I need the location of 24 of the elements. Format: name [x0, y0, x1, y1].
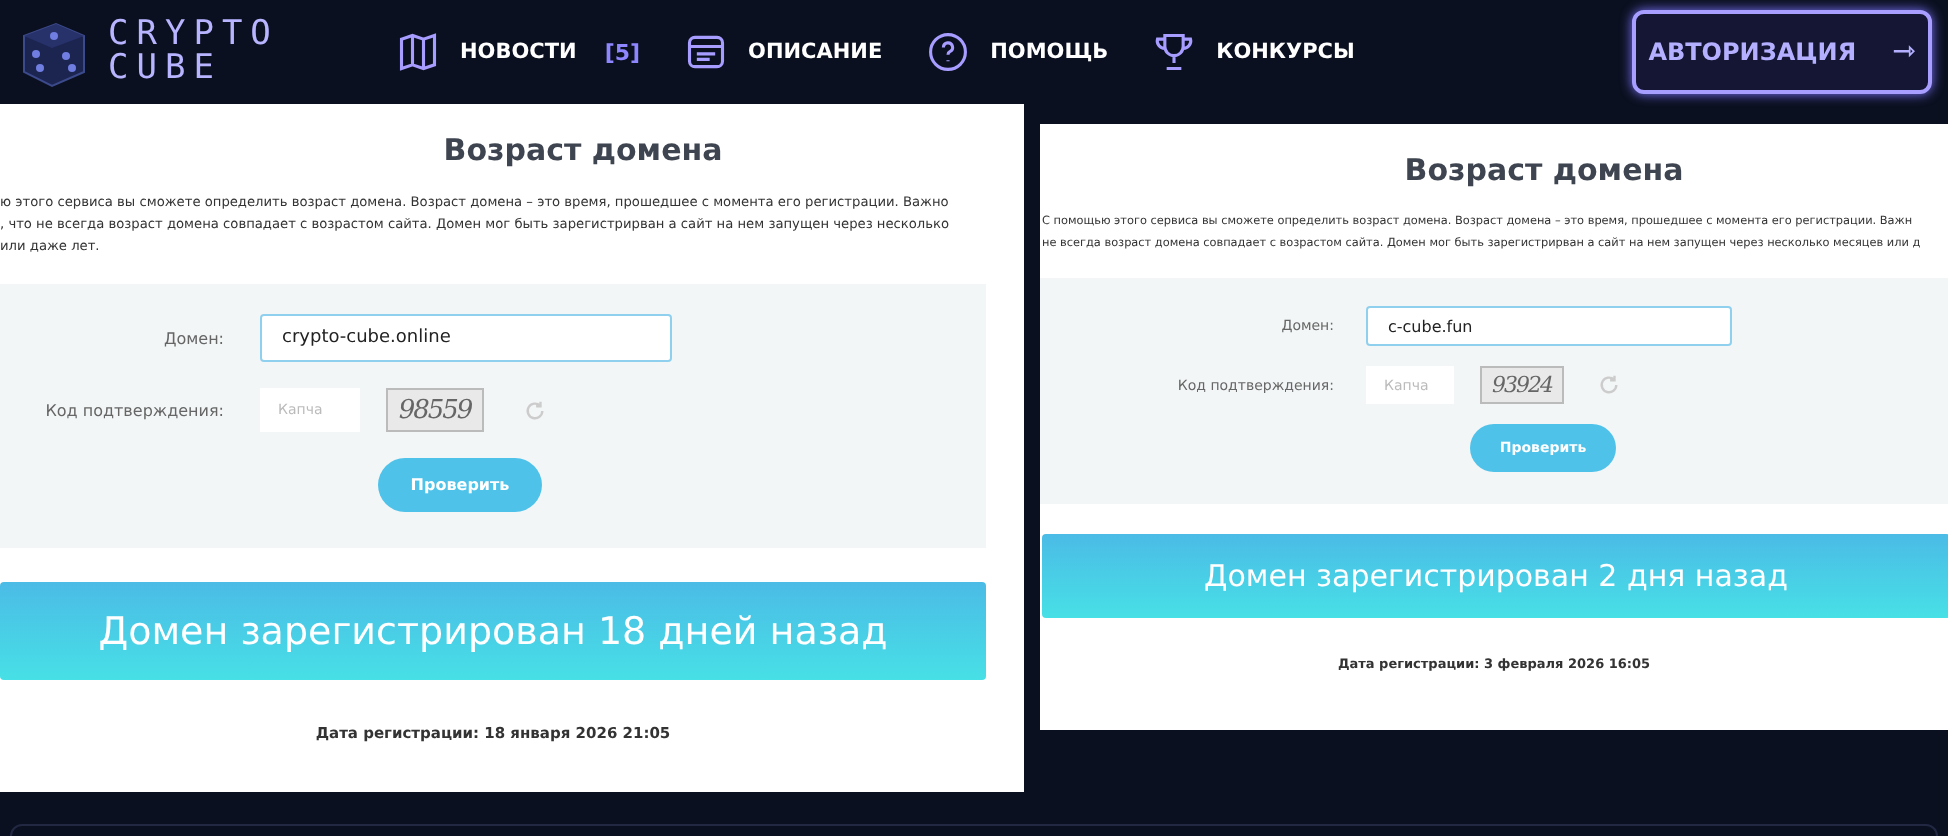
login-button[interactable]: АВТОРИЗАЦИЯ ⇾: [1632, 10, 1932, 94]
refresh-icon[interactable]: [1598, 374, 1620, 396]
nav-link[interactable]: КОНКУРСЫ: [1216, 40, 1355, 64]
refresh-icon[interactable]: [524, 399, 546, 421]
field-label: Домен:: [161, 329, 226, 347]
domain-field[interactable]: c-cube.fun: [1366, 306, 1732, 346]
browser-window-icon: [684, 30, 729, 74]
logo-text: CRYPTO: [108, 18, 279, 52]
domain-field[interactable]: crypto-cube.online: [260, 314, 672, 362]
trophy-icon: [1152, 30, 1197, 74]
page-title: Возраст домена: [1402, 152, 1686, 192]
field-label: Код подтверждения:: [43, 401, 226, 419]
nav-link[interactable]: ПОМОЩЬ: [990, 40, 1109, 64]
logo-text: CUBE: [108, 52, 224, 86]
result-banner: Домен зарегистрирован 18 дней назад: [0, 582, 986, 680]
captcha-image: 98559: [386, 388, 484, 432]
result-banner: Домен зарегистрирован 2 дня назад: [1042, 534, 1948, 618]
help-icon: [926, 30, 971, 74]
page-title: Возраст домена: [441, 132, 725, 172]
news-count: [5]: [604, 39, 641, 65]
nav-link[interactable]: ОПИСАНИЕ: [748, 40, 883, 64]
captcha-image: 93924: [1480, 366, 1564, 404]
nav-link[interactable]: НОВОСТИ: [460, 40, 577, 64]
map-icon: [396, 30, 440, 74]
